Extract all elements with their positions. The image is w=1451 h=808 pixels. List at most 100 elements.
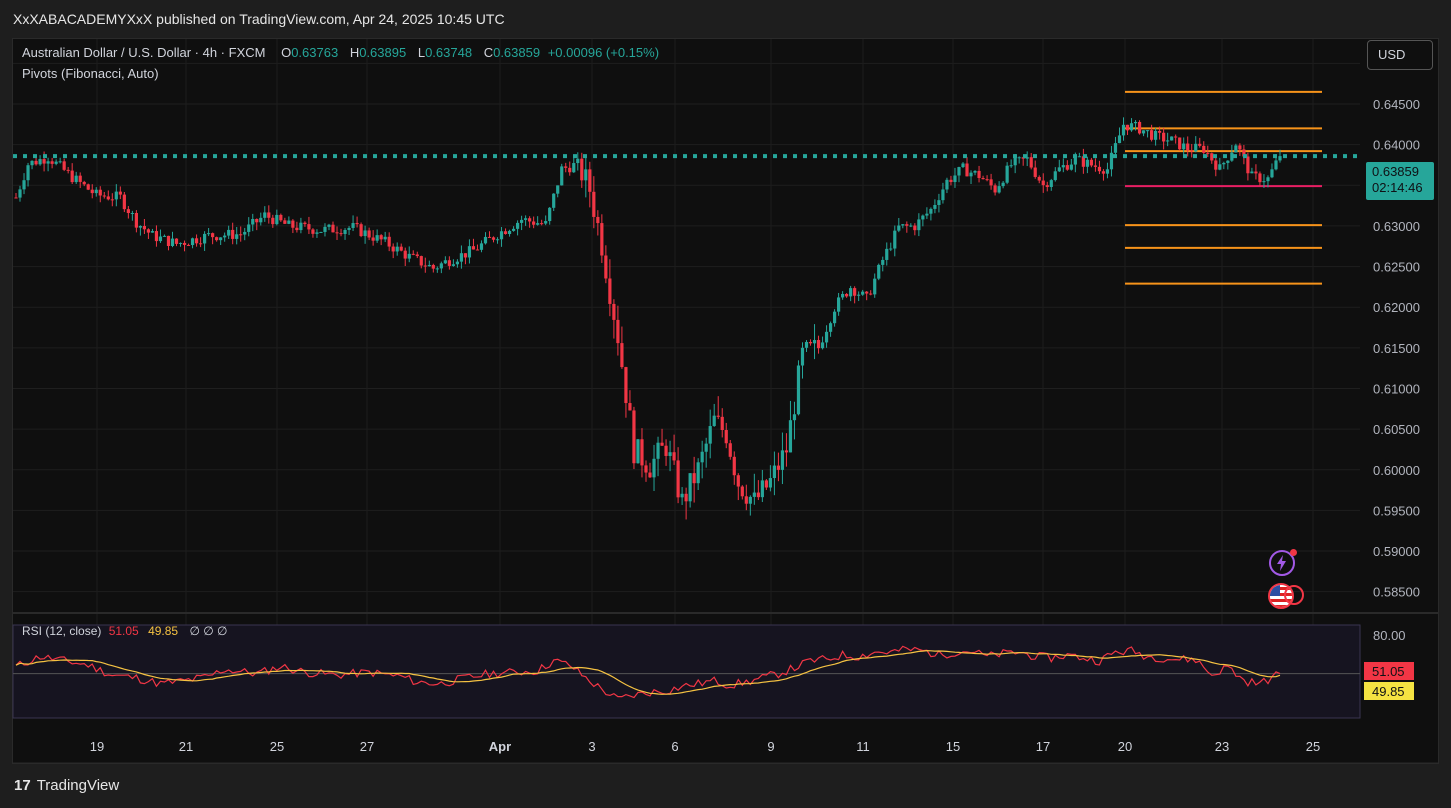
candle-body (1117, 135, 1122, 144)
x-tick-label: 25 (270, 739, 284, 754)
pivots-indicator-label[interactable]: Pivots (Fibonacci, Auto) (22, 66, 159, 81)
candle-body (1141, 130, 1146, 134)
candle-body (664, 445, 668, 456)
legend-close: 0.63859 (493, 45, 541, 60)
x-tick-label: 23 (1215, 739, 1229, 754)
candle-body (640, 439, 644, 466)
tradingview-logo-icon: 17 (14, 777, 31, 794)
candle-body (1162, 132, 1166, 142)
candle-body (1190, 150, 1194, 152)
candle-body (1230, 152, 1234, 161)
candle-body (479, 243, 484, 250)
candle-body (568, 167, 572, 173)
candle-body (1093, 165, 1098, 167)
candle-body (1274, 160, 1278, 170)
candle-body (219, 237, 223, 241)
y-tick-label: 0.59500 (1373, 503, 1420, 518)
rsi-legend[interactable]: RSI (12, close) 51.05 49.85 ∅ ∅ ∅ (22, 624, 227, 638)
candle-body (194, 238, 199, 244)
candle-body (483, 236, 488, 244)
rsi-ma-tag: 49.85 (1364, 682, 1414, 700)
candle-body (560, 166, 564, 186)
candle-body (704, 443, 708, 452)
lightning-icon[interactable] (1269, 549, 1297, 576)
candle-body (1037, 176, 1041, 181)
candle-body (202, 233, 207, 244)
x-tick-label: 19 (90, 739, 104, 754)
candle-body (467, 246, 472, 258)
y-tick-label: 0.59000 (1373, 544, 1420, 559)
candle-body (700, 451, 704, 463)
legend-symbol[interactable]: Australian Dollar / U.S. Dollar · 4h · F… (22, 45, 265, 60)
candle-body (231, 229, 235, 239)
candle-body (259, 217, 263, 223)
candle-body (616, 319, 620, 344)
candle-body (411, 253, 415, 255)
candle-body (600, 223, 604, 256)
candle-body (158, 236, 163, 242)
y-tick-label: 0.60500 (1373, 422, 1420, 437)
candle-body (267, 212, 271, 218)
candle-body (780, 450, 785, 470)
rsi-ma-value: 49.85 (148, 624, 179, 638)
candle-body (126, 209, 130, 214)
candle-body (520, 219, 524, 223)
candle-body (740, 486, 744, 497)
currency-button[interactable]: USD (1367, 40, 1433, 70)
candle-body (315, 232, 319, 234)
candle-body (395, 246, 399, 252)
candle-body (837, 297, 841, 312)
x-tick-label: 17 (1036, 739, 1050, 754)
candle-body (66, 169, 70, 171)
candle-body (953, 175, 957, 183)
candle-body (1061, 165, 1065, 168)
candle-body (351, 223, 355, 228)
candle-body (556, 185, 560, 194)
candle-body (744, 496, 748, 504)
candle-body (1105, 169, 1110, 174)
candle-body (772, 465, 776, 479)
candle-body (1266, 177, 1270, 182)
y-tick-label: 0.60000 (1373, 463, 1420, 478)
candle-body (54, 161, 58, 164)
candle-body (407, 253, 411, 259)
candle-body (853, 288, 857, 296)
candle-body (138, 226, 142, 228)
candle-body (1149, 130, 1154, 140)
legend-symbol-line[interactable]: Australian Dollar / U.S. Dollar · 4h · F… (22, 45, 659, 60)
candle-body (150, 231, 155, 233)
candle-body (648, 472, 652, 478)
candle-body (957, 167, 961, 176)
candle-body (443, 260, 447, 264)
candle-body (82, 181, 86, 185)
tradingview-footer[interactable]: 17 TradingView (14, 777, 119, 794)
candle-body (921, 215, 925, 220)
chart-canvas[interactable]: 0.650000.645000.640000.635000.630000.625… (0, 0, 1451, 808)
x-tick-label: 25 (1306, 739, 1320, 754)
candle-body (235, 234, 239, 239)
candle-body (1246, 156, 1250, 174)
candle-body (584, 169, 588, 181)
candle-body (1069, 164, 1073, 170)
candle-body (62, 161, 66, 170)
candle-body (712, 415, 716, 427)
candle-body (1045, 185, 1049, 187)
candle-body (447, 260, 451, 266)
candle-body (379, 235, 383, 240)
legend-open-label: O (281, 45, 292, 60)
candle-body (1154, 130, 1158, 140)
candle-body (680, 493, 684, 498)
candle-body (812, 340, 817, 344)
candle-body (592, 191, 596, 217)
candle-body (752, 492, 756, 497)
legend-low: 0.63748 (425, 45, 473, 60)
candle-body (612, 303, 616, 320)
candle-body (973, 170, 977, 173)
candle-body (459, 253, 464, 262)
candle-body (247, 224, 251, 232)
candle-body (1218, 164, 1222, 170)
candle-body (1238, 145, 1242, 150)
candle-body (471, 246, 476, 250)
candle-body (475, 249, 480, 251)
candle-body (487, 236, 492, 238)
